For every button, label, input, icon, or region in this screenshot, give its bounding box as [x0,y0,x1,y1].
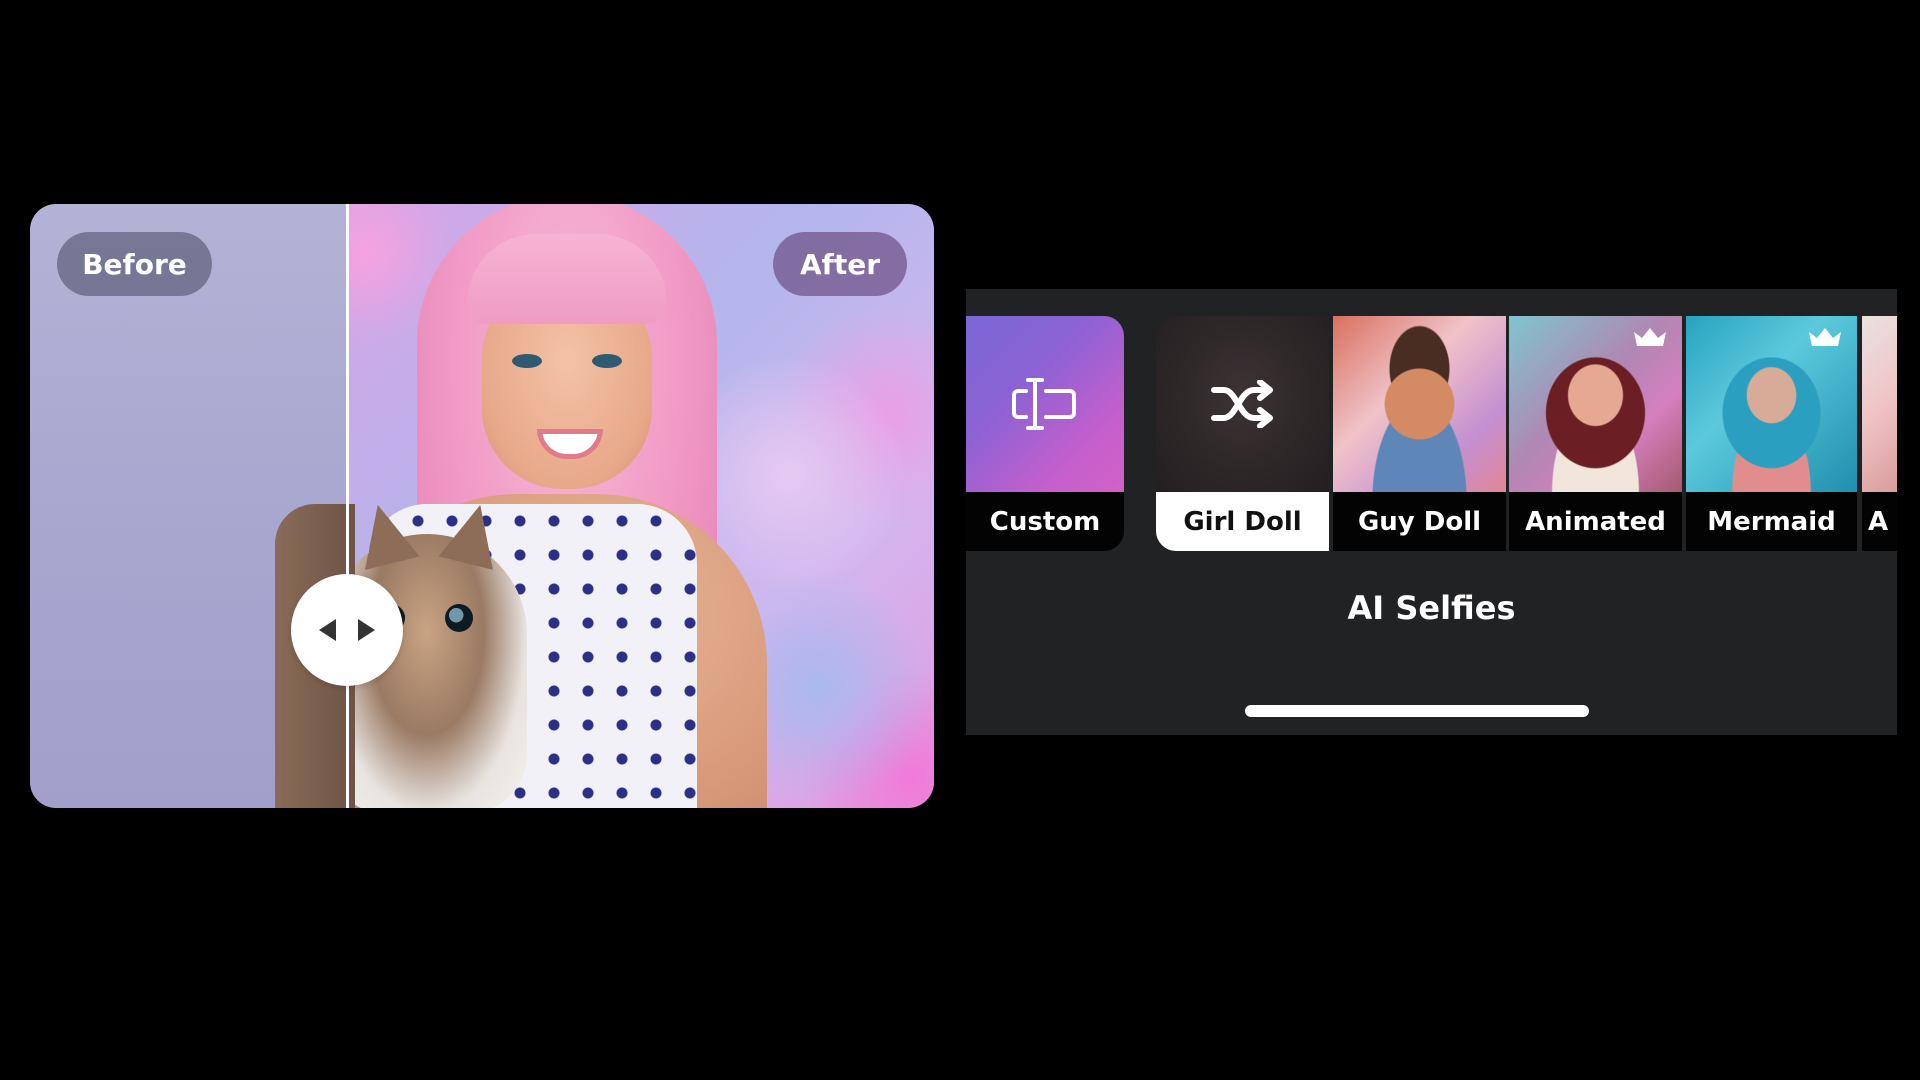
right-eye [592,354,622,368]
effect-thumbnail [1333,316,1506,492]
effect-thumbnail [1156,316,1329,492]
effect-label: Custom [966,492,1124,551]
crown-icon [1809,328,1841,346]
after-badge: After [773,232,907,296]
effect-label: Animated [1509,492,1682,551]
arrow-left-icon [319,619,336,641]
text-cursor-box-icon [1012,378,1076,430]
effect-label-selected: Girl Doll [1156,492,1329,551]
comparison-divider[interactable] [346,204,349,808]
home-indicator[interactable] [1245,705,1589,717]
effect-tile-animated[interactable]: Animated [1509,316,1682,551]
comparison-slider-handle[interactable] [291,574,403,686]
effect-tile-custom[interactable]: Custom [966,316,1124,551]
arrow-right-icon [358,619,375,641]
effect-label: A [1862,492,1897,551]
effect-tile-guy-doll[interactable]: Guy Doll [1333,316,1506,551]
effect-label: Mermaid [1686,492,1857,551]
effects-panel: Custom Girl Doll Guy Doll Animated Merma… [966,289,1897,735]
before-after-comparison[interactable]: Before After [30,204,934,808]
effect-label: Guy Doll [1333,492,1506,551]
before-badge: Before [57,232,212,296]
section-title: AI Selfies [1347,589,1516,627]
effect-tile-girl-doll[interactable]: Girl Doll [1156,316,1329,551]
effect-tile-mermaid[interactable]: Mermaid [1686,316,1857,551]
effect-thumbnail [1862,316,1897,492]
shuffle-icon [1210,380,1273,428]
kitten-eye [445,604,473,632]
hair-bangs [467,234,667,324]
crown-icon [1634,328,1666,346]
effects-carousel[interactable]: Custom Girl Doll Guy Doll Animated Merma… [966,316,1897,551]
left-eye [512,354,542,368]
effect-thumbnail [1686,316,1857,492]
effect-thumbnail [966,316,1124,492]
effect-thumbnail [1509,316,1682,492]
effect-tile-partial[interactable]: A [1862,316,1897,551]
